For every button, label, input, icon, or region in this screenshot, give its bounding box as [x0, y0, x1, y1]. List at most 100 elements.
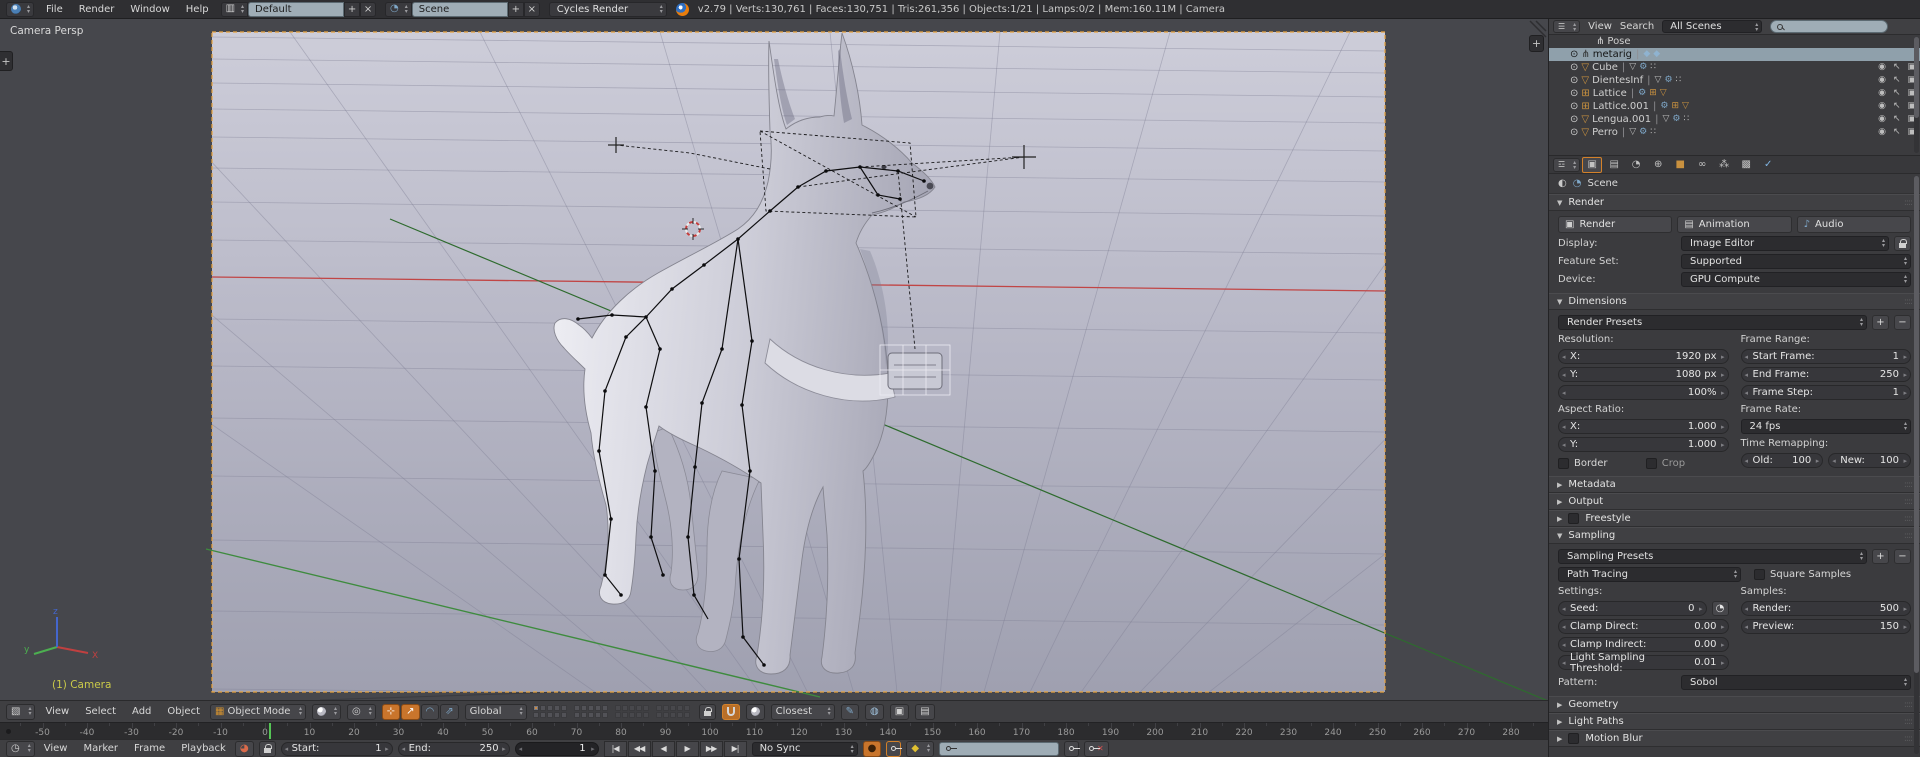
- panel-grip-icon[interactable]: ::::: [1904, 700, 1913, 710]
- layers-grid-c[interactable]: [614, 705, 649, 718]
- mode-dropdown[interactable]: ▦ Object Mode: [210, 703, 306, 720]
- layer-cell[interactable]: [560, 712, 567, 718]
- layer-cell[interactable]: [635, 712, 642, 718]
- pivot-point-dropdown[interactable]: ◎: [347, 703, 376, 720]
- frame-rate-dropdown[interactable]: 24 fps: [1740, 419, 1911, 434]
- lattice-icon[interactable]: ⊞: [1649, 89, 1657, 98]
- layer-cell[interactable]: [539, 705, 546, 711]
- wrench-icon[interactable]: ⚙: [1638, 89, 1646, 98]
- timeline-ruler[interactable]: -50 -40 -30 -20 -10 0 10 20 30 40 50 60 70 80 90 100 110…: [0, 722, 1548, 739]
- resolution-y-field[interactable]: Y:1080 px: [1558, 367, 1729, 382]
- crop-checkbox[interactable]: Crop: [1645, 457, 1729, 470]
- snap-target-dropdown[interactable]: Closest: [770, 703, 835, 720]
- mesh-icon[interactable]: ▽: [1655, 76, 1662, 85]
- dots-icon[interactable]: ∷: [1650, 63, 1656, 72]
- dimensions-section-header[interactable]: ▼ Dimensions ::::: [1549, 293, 1920, 310]
- sampling-section-header[interactable]: ▼ Sampling ::::: [1549, 527, 1920, 544]
- mesh-icon[interactable]: ▽: [1660, 89, 1667, 98]
- resolution-x-field[interactable]: X:1920 px: [1558, 349, 1729, 364]
- aspect-y-field[interactable]: Y:1.000: [1558, 437, 1729, 452]
- outliner-row-pose[interactable]: ⋔ Pose: [1549, 35, 1920, 48]
- outliner-search-input[interactable]: [1770, 20, 1889, 33]
- outliner-scrollbar[interactable]: [1914, 37, 1919, 153]
- wrench-icon[interactable]: ⚙: [1664, 76, 1672, 85]
- layer-cell[interactable]: [546, 712, 553, 718]
- tab-world[interactable]: ⊕: [1648, 157, 1668, 173]
- panel-grip-icon[interactable]: ::::: [1904, 198, 1913, 208]
- jump-to-end-button[interactable]: ▶|: [723, 740, 747, 757]
- layer-cell[interactable]: [669, 705, 676, 711]
- layer-cell[interactable]: [683, 705, 690, 711]
- hide-toggle-icon[interactable]: ◉: [1878, 102, 1886, 111]
- info-menu-render[interactable]: Render: [76, 4, 118, 15]
- timeline-menu-view[interactable]: View: [40, 743, 72, 754]
- layer-cell[interactable]: [601, 712, 608, 718]
- opengl-render-anim-button[interactable]: ▤: [915, 703, 935, 720]
- outliner-search-menu[interactable]: Search: [1620, 21, 1654, 32]
- hide-toggle-icon[interactable]: ◉: [1878, 63, 1886, 72]
- wrench-icon[interactable]: ⚙: [1672, 115, 1680, 124]
- app-menu-button[interactable]: [6, 1, 34, 17]
- panel-grip-icon[interactable]: ::::: [1904, 531, 1913, 541]
- selectable-toggle-icon[interactable]: ↖: [1893, 89, 1901, 98]
- layer-cell[interactable]: [655, 712, 662, 718]
- add-preset-button[interactable]: +: [1872, 315, 1889, 330]
- layer-cell[interactable]: [532, 705, 539, 711]
- current-frame-playhead[interactable]: [269, 723, 272, 739]
- selectable-toggle-icon[interactable]: ↖: [1893, 63, 1901, 72]
- viewport-shading-dropdown[interactable]: [312, 703, 341, 720]
- scene-name-field[interactable]: Scene: [411, 1, 508, 17]
- properties-region-expand-button[interactable]: +: [1529, 35, 1544, 52]
- tool-shelf-expand-button[interactable]: +: [0, 51, 13, 71]
- panel-grip-icon[interactable]: ::::: [1904, 297, 1913, 307]
- snap-element-button[interactable]: [745, 703, 765, 720]
- time-remap-new-field[interactable]: New:100: [1828, 453, 1911, 468]
- preview-samples-field[interactable]: Preview:150: [1740, 619, 1911, 634]
- layer-cell[interactable]: [580, 712, 587, 718]
- dots-icon[interactable]: ∷: [1683, 115, 1689, 124]
- outliner-row-perro[interactable]: ⊙ ▽ Perro | ▽ ⚙ ∷ ◉ ↖ ▣: [1549, 126, 1920, 139]
- expand-toggle-icon[interactable]: ⊙: [1570, 88, 1578, 99]
- clamp-direct-field[interactable]: Clamp Direct:0.00: [1558, 619, 1729, 634]
- layer-cell[interactable]: [621, 712, 628, 718]
- pattern-dropdown[interactable]: Sobol: [1681, 675, 1911, 690]
- outliner-view-menu[interactable]: View: [1588, 21, 1612, 32]
- layer-cell[interactable]: [594, 705, 601, 711]
- end-frame-field-props[interactable]: End Frame:250: [1740, 367, 1911, 382]
- output-section-header[interactable]: ▶ Output ::::: [1549, 493, 1920, 510]
- feature-set-dropdown[interactable]: Supported: [1681, 254, 1911, 269]
- layer-cell[interactable]: [669, 712, 676, 718]
- layers-grid-b[interactable]: [573, 705, 608, 718]
- integrator-dropdown[interactable]: Path Tracing: [1558, 567, 1741, 582]
- sync-mode-dropdown[interactable]: No Sync: [751, 741, 858, 756]
- motion-blur-checkbox[interactable]: [1568, 733, 1580, 744]
- layer-cell[interactable]: [642, 705, 649, 711]
- expand-toggle-icon[interactable]: ⊙: [1570, 75, 1578, 86]
- jump-to-start-button[interactable]: |◀: [603, 740, 627, 757]
- close-scene-button[interactable]: ×: [523, 1, 540, 17]
- light-paths-section-header[interactable]: ▶ Light Paths ::::: [1549, 713, 1920, 730]
- layer-cell[interactable]: [601, 705, 608, 711]
- remove-preset-button[interactable]: −: [1894, 549, 1911, 564]
- selectable-toggle-icon[interactable]: ↖: [1893, 115, 1901, 124]
- outliner-row-metarig[interactable]: ⊙ ⋔ metarig | ◆ ◆: [1549, 48, 1920, 61]
- timeline-menu-playback[interactable]: Playback: [177, 743, 230, 754]
- layer-cell[interactable]: [683, 712, 690, 718]
- bone-icon[interactable]: ◆: [1643, 50, 1650, 59]
- tab-physics[interactable]: ▩: [1736, 157, 1756, 173]
- snap-peel-button[interactable]: ◍: [865, 703, 884, 720]
- tab-data[interactable]: ✓: [1758, 157, 1778, 173]
- keying-set-dropdown[interactable]: ◆: [906, 740, 935, 757]
- mesh-icon[interactable]: ▽: [1682, 102, 1689, 111]
- properties-scrollbar[interactable]: [1914, 176, 1919, 754]
- layer-cell[interactable]: [662, 705, 669, 711]
- timeline-menu-frame[interactable]: Frame: [130, 743, 169, 754]
- layer-cell[interactable]: [553, 705, 560, 711]
- timeline-editor-type-button[interactable]: ◷: [6, 740, 35, 757]
- selectable-toggle-icon[interactable]: ↖: [1893, 128, 1901, 137]
- layer-cell[interactable]: [676, 712, 683, 718]
- outliner-filter-dropdown[interactable]: All Scenes: [1662, 20, 1763, 33]
- render-animation-button[interactable]: ▤ Animation: [1677, 216, 1792, 233]
- layer-cell[interactable]: [614, 712, 621, 718]
- tab-particles[interactable]: ⁂: [1714, 157, 1734, 173]
